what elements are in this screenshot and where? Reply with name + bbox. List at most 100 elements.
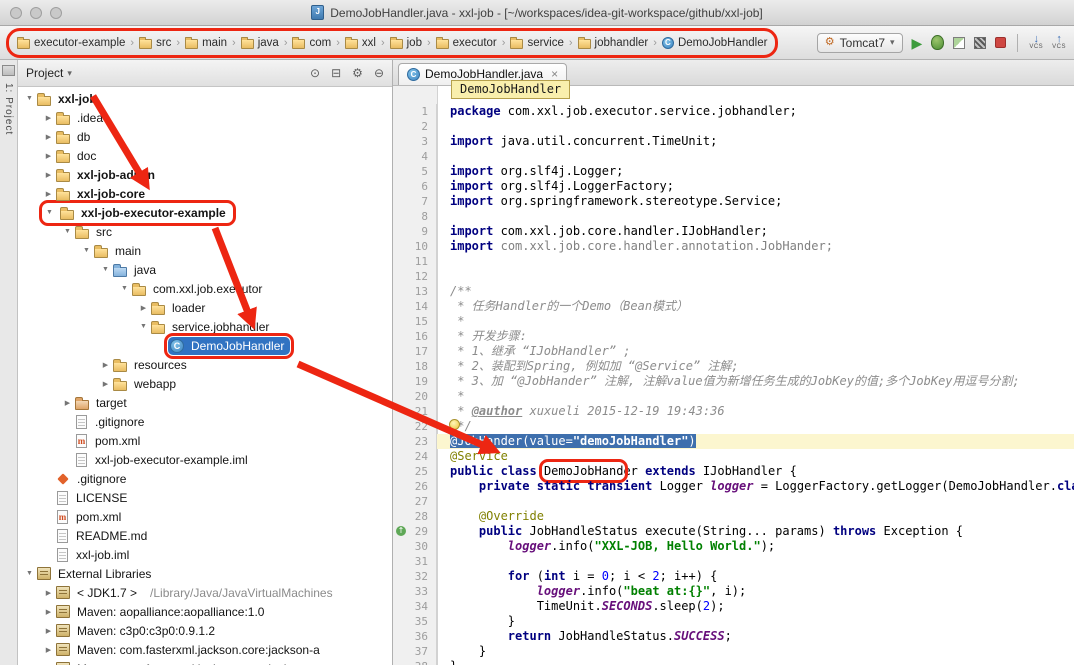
tree-row-xxl-job-iml[interactable]: xxl-job.iml: [18, 545, 392, 564]
tree-row-db[interactable]: ▶db: [18, 127, 392, 146]
editor[interactable]: 1package com.xxl.job.executor.service.jo…: [393, 86, 1074, 665]
tree-row-xxl-job-executor-example[interactable]: ▼xxl-job-executor-example: [18, 203, 392, 222]
tree-row-loader[interactable]: ▶loader: [18, 298, 392, 317]
expand-closed-icon[interactable]: ▶: [43, 133, 54, 141]
tree-row-maven-c3p0-c3p0-0-9-1-2[interactable]: ▶Maven: c3p0:c3p0:0.9.1.2: [18, 621, 392, 640]
settings-gear-icon[interactable]: ⚙: [352, 66, 363, 80]
tree-row-pom-xml[interactable]: mpom.xml: [18, 431, 392, 450]
tree-label: xxl-job.iml: [74, 547, 131, 563]
vcs-update-button[interactable]: ↓ VCS: [1029, 35, 1043, 51]
editor-breadcrumb[interactable]: DemoJobHandler: [451, 80, 570, 99]
code-line: 25public class DemoJobHander extends IJo…: [393, 464, 1074, 479]
breadcrumb-main[interactable]: main: [182, 36, 230, 50]
breadcrumb-executor[interactable]: executor: [433, 36, 500, 50]
expand-open-icon[interactable]: ▼: [24, 570, 35, 577]
tree-row-target[interactable]: ▶target: [18, 393, 392, 412]
tree-row-xxl-job-core[interactable]: ▶xxl-job-core: [18, 184, 392, 203]
tree-row-xxl-job[interactable]: ▼xxl-job: [18, 89, 392, 108]
expand-closed-icon[interactable]: ▶: [100, 361, 111, 369]
coverage-button[interactable]: [953, 37, 965, 49]
tree-row-service-jobhandler[interactable]: ▼service.jobhandler: [18, 317, 392, 336]
tree-row-maven-aopalliance-aopalliance-1-0[interactable]: ▶Maven: aopalliance:aopalliance:1.0: [18, 602, 392, 621]
locate-icon[interactable]: ⊙: [310, 66, 320, 80]
breadcrumb-src[interactable]: src: [136, 36, 174, 50]
expand-closed-icon[interactable]: ▶: [43, 152, 54, 160]
expand-closed-icon[interactable]: ▶: [43, 171, 54, 179]
tree-row-gitignore[interactable]: .gitignore: [18, 469, 392, 488]
coverage-options-button[interactable]: [974, 37, 986, 49]
minimize-window-button[interactable]: [30, 7, 42, 19]
run-button[interactable]: ▶: [912, 36, 923, 50]
expand-closed-icon[interactable]: ▶: [62, 399, 73, 407]
project-tool-button[interactable]: 1: Project: [3, 83, 14, 135]
lib-icon: [56, 643, 70, 656]
breadcrumb-com[interactable]: com: [289, 36, 334, 50]
run-config-selector[interactable]: ⚙ Tomcat7 ▾: [817, 33, 903, 53]
tree-row-idea[interactable]: ▶.idea: [18, 108, 392, 127]
line-number: 8: [393, 209, 437, 224]
expand-open-icon[interactable]: ▼: [100, 266, 111, 273]
tree-row-com-xxl-job-executor[interactable]: ▼com.xxl.job.executor: [18, 279, 392, 298]
hide-panel-icon[interactable]: ⊖: [374, 66, 384, 80]
vcs-commit-button[interactable]: ↑ VCS: [1052, 35, 1066, 51]
breadcrumb-java[interactable]: java: [238, 36, 282, 50]
breadcrumb-demojobhandler[interactable]: CDemoJobHandler: [659, 36, 771, 50]
zoom-window-button[interactable]: [50, 7, 62, 19]
tree-row-resources[interactable]: ▶resources: [18, 355, 392, 374]
tree-row-external-libraries[interactable]: ▼External Libraries: [18, 564, 392, 583]
expand-closed-icon[interactable]: ▶: [43, 114, 54, 122]
tree-row-gitignore[interactable]: .gitignore: [18, 412, 392, 431]
expand-closed-icon[interactable]: ▶: [43, 589, 54, 597]
collapse-all-icon[interactable]: ⊟: [331, 66, 341, 80]
folder-icon: [112, 376, 128, 392]
tree-row-main[interactable]: ▼main: [18, 241, 392, 260]
file-icon: [57, 548, 68, 562]
expand-closed-icon[interactable]: ▶: [43, 608, 54, 616]
tree-row-java[interactable]: ▼ java: [18, 260, 392, 279]
debug-button[interactable]: [931, 35, 944, 50]
class-icon: C: [407, 68, 420, 81]
breadcrumb-jobhandler[interactable]: jobhandler: [575, 36, 652, 50]
tree-row-readme-md[interactable]: README.md: [18, 526, 392, 545]
breadcrumb-xxl[interactable]: xxl: [342, 36, 379, 50]
expand-open-icon[interactable]: ▼: [24, 95, 35, 102]
close-tab-icon[interactable]: ×: [551, 67, 558, 81]
tree-row-maven-com-fasterxml-jackson-core-jackson-a[interactable]: ▶Maven: com.fasterxml.jackson.core:jacks…: [18, 640, 392, 659]
expand-open-icon[interactable]: ▼: [119, 285, 130, 292]
tool-window-icon[interactable]: [2, 65, 15, 76]
class-icon: C: [662, 37, 674, 49]
expand-closed-icon[interactable]: ▶: [43, 646, 54, 654]
expand-open-icon[interactable]: ▼: [62, 228, 73, 235]
tree-row-maven-com-fasterxml-jackson-core-jackson-c[interactable]: ▶Maven: com.fasterxml.jackson.core:jacks…: [18, 659, 392, 665]
run-config-label: Tomcat7: [840, 36, 885, 50]
expand-closed-icon[interactable]: ▶: [43, 190, 54, 198]
expand-closed-icon[interactable]: ▶: [43, 627, 54, 635]
tree-row-xxl-job-executor-example-iml[interactable]: xxl-job-executor-example.iml: [18, 450, 392, 469]
tree-row-jdk1-7[interactable]: ▶< JDK1.7 >/Library/Java/JavaVirtualMach…: [18, 583, 392, 602]
stop-button[interactable]: [995, 37, 1006, 48]
breadcrumb-job[interactable]: job: [387, 36, 425, 50]
tree-row-demojobhandler[interactable]: CDemoJobHandler: [18, 336, 392, 355]
breadcrumb-label: xxl: [362, 37, 376, 49]
breadcrumb-service[interactable]: service: [507, 36, 566, 50]
expand-open-icon[interactable]: ▼: [44, 209, 55, 216]
expand-closed-icon[interactable]: ▶: [138, 304, 149, 312]
tree-row-license[interactable]: LICENSE: [18, 488, 392, 507]
expand-open-icon[interactable]: ▼: [138, 323, 149, 330]
tree-row-xxl-job-admin[interactable]: ▶xxl-job-admin: [18, 165, 392, 184]
close-window-button[interactable]: [10, 7, 22, 19]
tree-row-webapp[interactable]: ▶webapp: [18, 374, 392, 393]
tree-row-pom-xml[interactable]: mpom.xml: [18, 507, 392, 526]
line-number: 11: [393, 254, 437, 269]
expand-open-icon[interactable]: ▼: [81, 247, 92, 254]
chevron-down-icon[interactable]: ▾: [67, 68, 72, 79]
expand-closed-icon[interactable]: ▶: [100, 380, 111, 388]
breadcrumb-executor-example[interactable]: executor-example: [14, 36, 128, 50]
tree-row-src[interactable]: ▼src: [18, 222, 392, 241]
tree-label: java: [132, 262, 158, 278]
breadcrumb-list: executor-example›src›main›java›com›xxl›j…: [14, 36, 770, 50]
intention-bulb-icon[interactable]: [449, 419, 460, 430]
tree-row-doc[interactable]: ▶doc: [18, 146, 392, 165]
project-tree: ▼xxl-job▶.idea▶db▶doc▶xxl-job-admin▶xxl-…: [18, 87, 392, 665]
override-marker-icon[interactable]: ↑: [396, 526, 406, 536]
